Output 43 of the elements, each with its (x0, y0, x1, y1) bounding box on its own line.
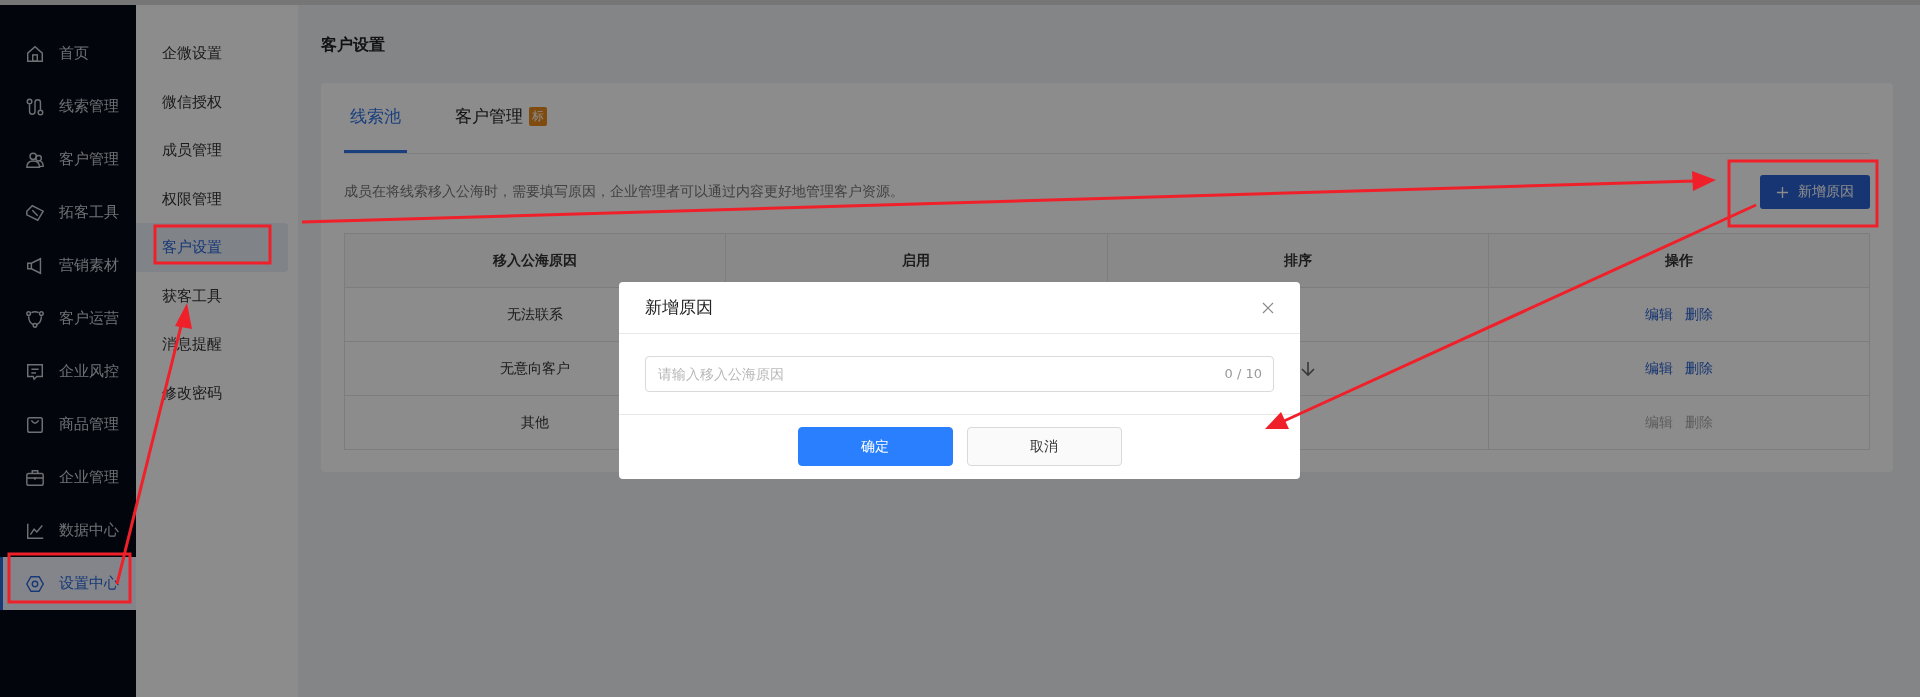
action-link[interactable]: 编辑 (1644, 359, 1673, 376)
tag-badge: 标 (529, 107, 547, 126)
action-link[interactable]: 删除 (1684, 305, 1713, 322)
submenu-item[interactable]: 权限管理 (136, 174, 288, 223)
nav-item[interactable]: 企业风控 (0, 345, 136, 398)
dialog-title: 新增原因 (645, 296, 713, 319)
bag-icon (25, 414, 45, 435)
action-link[interactable]: 删除 (1684, 359, 1713, 376)
submenu-item[interactable]: 成员管理 (136, 126, 288, 175)
nav-item[interactable]: 首页 (0, 27, 136, 80)
plus-icon (1776, 185, 1789, 199)
message-icon (25, 361, 45, 382)
nav-item[interactable]: 商品管理 (0, 398, 136, 451)
home-icon (25, 43, 45, 64)
settings-icon (25, 573, 45, 594)
close-icon[interactable] (1262, 301, 1274, 314)
column-header: 移入公海原因 (344, 233, 726, 288)
nav-item[interactable]: 数据中心 (0, 504, 136, 557)
submenu-item[interactable]: 企微设置 (136, 29, 288, 78)
share-icon (25, 308, 45, 329)
nav-item[interactable]: 线索管理 (0, 80, 136, 133)
nav-item[interactable]: 拓客工具 (0, 186, 136, 239)
tab[interactable]: 线索池 (344, 83, 407, 153)
down-arrow-icon[interactable] (1300, 361, 1315, 377)
character-counter: 0 / 10 (1224, 366, 1262, 381)
confirm-button[interactable]: 确定 (797, 427, 953, 466)
briefcase-icon (25, 467, 45, 488)
column-header: 排序 (1107, 233, 1489, 288)
nav-item[interactable]: 营销素材 (0, 239, 136, 292)
users-icon (25, 149, 45, 170)
column-header: 操作 (1488, 233, 1870, 288)
submenu-item[interactable]: 微信授权 (136, 77, 288, 126)
action-link[interactable]: 编辑 (1644, 305, 1673, 322)
cancel-button[interactable]: 取消 (966, 427, 1122, 466)
nav-item[interactable]: 企业管理 (0, 451, 136, 504)
nav-item[interactable]: 客户运营 (0, 292, 136, 345)
route-icon (25, 96, 45, 117)
submenu-item[interactable]: 获客工具 (136, 271, 288, 320)
nav-item[interactable]: 客户管理 (0, 133, 136, 186)
page-title: 客户设置 (321, 35, 386, 56)
tab[interactable]: 客户管理 标 (449, 83, 553, 153)
description-text: 成员在将线索移入公海时，需要填写原因，企业管理者可以通过内容更好地管理客户资源。 (344, 183, 904, 201)
add-reason-button[interactable]: 新增原因 (1760, 175, 1870, 209)
